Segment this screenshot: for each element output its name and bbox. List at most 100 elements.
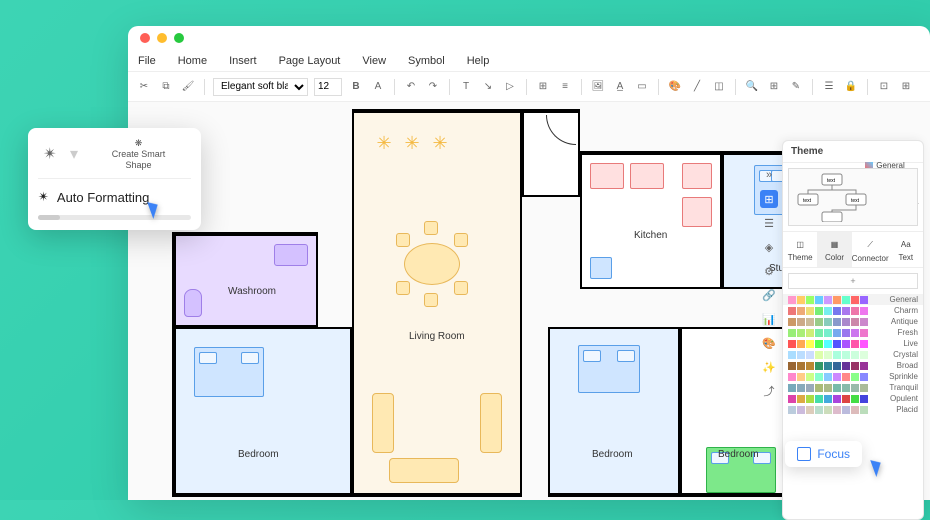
color-swatch[interactable] bbox=[797, 373, 805, 381]
color-swatch[interactable] bbox=[842, 406, 850, 414]
room-bedroom-1[interactable]: Bedroom bbox=[172, 327, 352, 497]
text-tool-icon[interactable]: T bbox=[458, 79, 474, 95]
image-icon[interactable]: 🖼 bbox=[590, 79, 606, 95]
color-swatch[interactable] bbox=[851, 395, 859, 403]
color-swatch[interactable] bbox=[797, 362, 805, 370]
palette-row[interactable]: Opulent bbox=[783, 393, 923, 404]
link-icon[interactable]: 🔗 bbox=[760, 286, 778, 304]
color-swatch[interactable] bbox=[860, 318, 868, 326]
color-swatch[interactable] bbox=[851, 373, 859, 381]
format-painter-icon[interactable]: 🖌 bbox=[180, 79, 196, 95]
color-swatch[interactable] bbox=[797, 351, 805, 359]
color-swatch[interactable] bbox=[833, 395, 841, 403]
palette-row[interactable]: Fresh bbox=[783, 327, 923, 338]
color-swatch[interactable] bbox=[860, 362, 868, 370]
crop-icon[interactable]: ◫ bbox=[711, 79, 727, 95]
color-swatch[interactable] bbox=[851, 340, 859, 348]
color-swatch[interactable] bbox=[824, 395, 832, 403]
create-smart-shape-button[interactable]: ❋ Create Smart Shape bbox=[86, 138, 191, 170]
focus-button[interactable]: Focus bbox=[785, 441, 862, 467]
color-swatch[interactable] bbox=[797, 318, 805, 326]
color-swatch[interactable] bbox=[788, 373, 796, 381]
color-swatch[interactable] bbox=[851, 362, 859, 370]
color-swatch[interactable] bbox=[824, 362, 832, 370]
expand-icon[interactable]: » bbox=[760, 166, 778, 184]
color-swatch[interactable] bbox=[815, 395, 823, 403]
export-icon[interactable]: ⤴ bbox=[760, 382, 778, 400]
color-swatch[interactable] bbox=[788, 351, 796, 359]
font-size-input[interactable] bbox=[314, 78, 342, 96]
room-bedroom-2[interactable]: Bedroom bbox=[548, 327, 680, 497]
palette-icon[interactable]: 🎨 bbox=[760, 334, 778, 352]
color-swatch[interactable] bbox=[815, 384, 823, 392]
color-swatch[interactable] bbox=[806, 340, 814, 348]
menu-help[interactable]: Help bbox=[467, 55, 490, 67]
color-swatch[interactable] bbox=[833, 296, 841, 304]
menu-insert[interactable]: Insert bbox=[229, 55, 257, 67]
color-swatch[interactable] bbox=[824, 340, 832, 348]
copy-icon[interactable]: ⧉ bbox=[158, 79, 174, 95]
color-swatch[interactable] bbox=[842, 395, 850, 403]
bold-icon[interactable]: B bbox=[348, 79, 364, 95]
pointer-icon[interactable]: ▷ bbox=[502, 79, 518, 95]
color-swatch[interactable] bbox=[797, 340, 805, 348]
color-swatch[interactable] bbox=[806, 406, 814, 414]
color-swatch[interactable] bbox=[806, 384, 814, 392]
color-swatch[interactable] bbox=[851, 406, 859, 414]
color-swatch[interactable] bbox=[815, 307, 823, 315]
color-swatch[interactable] bbox=[842, 384, 850, 392]
color-swatch[interactable] bbox=[806, 351, 814, 359]
cut-icon[interactable]: ✂ bbox=[136, 79, 152, 95]
menu-page-layout[interactable]: Page Layout bbox=[279, 55, 341, 67]
color-swatch[interactable] bbox=[815, 340, 823, 348]
color-swatch[interactable] bbox=[788, 406, 796, 414]
color-swatch[interactable] bbox=[815, 329, 823, 337]
color-swatch[interactable] bbox=[833, 318, 841, 326]
zoom-icon[interactable]: 🔍 bbox=[744, 79, 760, 95]
color-swatch[interactable] bbox=[797, 307, 805, 315]
maximize-icon[interactable] bbox=[174, 33, 184, 43]
palette-row[interactable]: Antique bbox=[783, 316, 923, 327]
tab-connector[interactable]: ⟋Connector bbox=[852, 232, 889, 267]
room-kitchen[interactable]: Kitchen bbox=[580, 151, 722, 289]
palette-row[interactable]: Broad bbox=[783, 360, 923, 371]
color-swatch[interactable] bbox=[833, 384, 841, 392]
fill-icon[interactable]: 🎨 bbox=[667, 79, 683, 95]
color-swatch[interactable] bbox=[824, 329, 832, 337]
color-swatch[interactable] bbox=[824, 373, 832, 381]
color-swatch[interactable] bbox=[788, 329, 796, 337]
color-swatch[interactable] bbox=[860, 406, 868, 414]
color-swatch[interactable] bbox=[851, 307, 859, 315]
color-swatch[interactable] bbox=[833, 373, 841, 381]
color-swatch[interactable] bbox=[797, 395, 805, 403]
color-swatch[interactable] bbox=[815, 296, 823, 304]
table-icon[interactable]: ⊞ bbox=[766, 79, 782, 95]
color-swatch[interactable] bbox=[851, 329, 859, 337]
palette-row[interactable]: Placid bbox=[783, 404, 923, 415]
color-swatch[interactable] bbox=[806, 307, 814, 315]
layers-icon[interactable]: ☰ bbox=[821, 79, 837, 95]
color-swatch[interactable] bbox=[860, 296, 868, 304]
color-swatch[interactable] bbox=[806, 373, 814, 381]
auto-formatting-button[interactable]: ✴ Auto Formatting bbox=[38, 179, 191, 209]
color-swatch[interactable] bbox=[824, 296, 832, 304]
color-swatch[interactable] bbox=[788, 307, 796, 315]
color-swatch[interactable] bbox=[815, 351, 823, 359]
color-swatch[interactable] bbox=[815, 373, 823, 381]
add-theme-button[interactable]: + bbox=[788, 273, 918, 289]
color-swatch[interactable] bbox=[824, 351, 832, 359]
settings-icon[interactable]: ⚙ bbox=[760, 262, 778, 280]
color-swatch[interactable] bbox=[806, 318, 814, 326]
color-swatch[interactable] bbox=[860, 351, 868, 359]
format-slider[interactable] bbox=[38, 215, 191, 220]
color-swatch[interactable] bbox=[842, 296, 850, 304]
align-icon[interactable]: ≡ bbox=[557, 79, 573, 95]
color-swatch[interactable] bbox=[851, 296, 859, 304]
font-color-icon[interactable]: A bbox=[370, 79, 386, 95]
color-swatch[interactable] bbox=[806, 296, 814, 304]
color-swatch[interactable] bbox=[788, 395, 796, 403]
minimize-icon[interactable] bbox=[157, 33, 167, 43]
color-swatch[interactable] bbox=[788, 384, 796, 392]
color-swatch[interactable] bbox=[842, 307, 850, 315]
close-icon[interactable] bbox=[140, 33, 150, 43]
